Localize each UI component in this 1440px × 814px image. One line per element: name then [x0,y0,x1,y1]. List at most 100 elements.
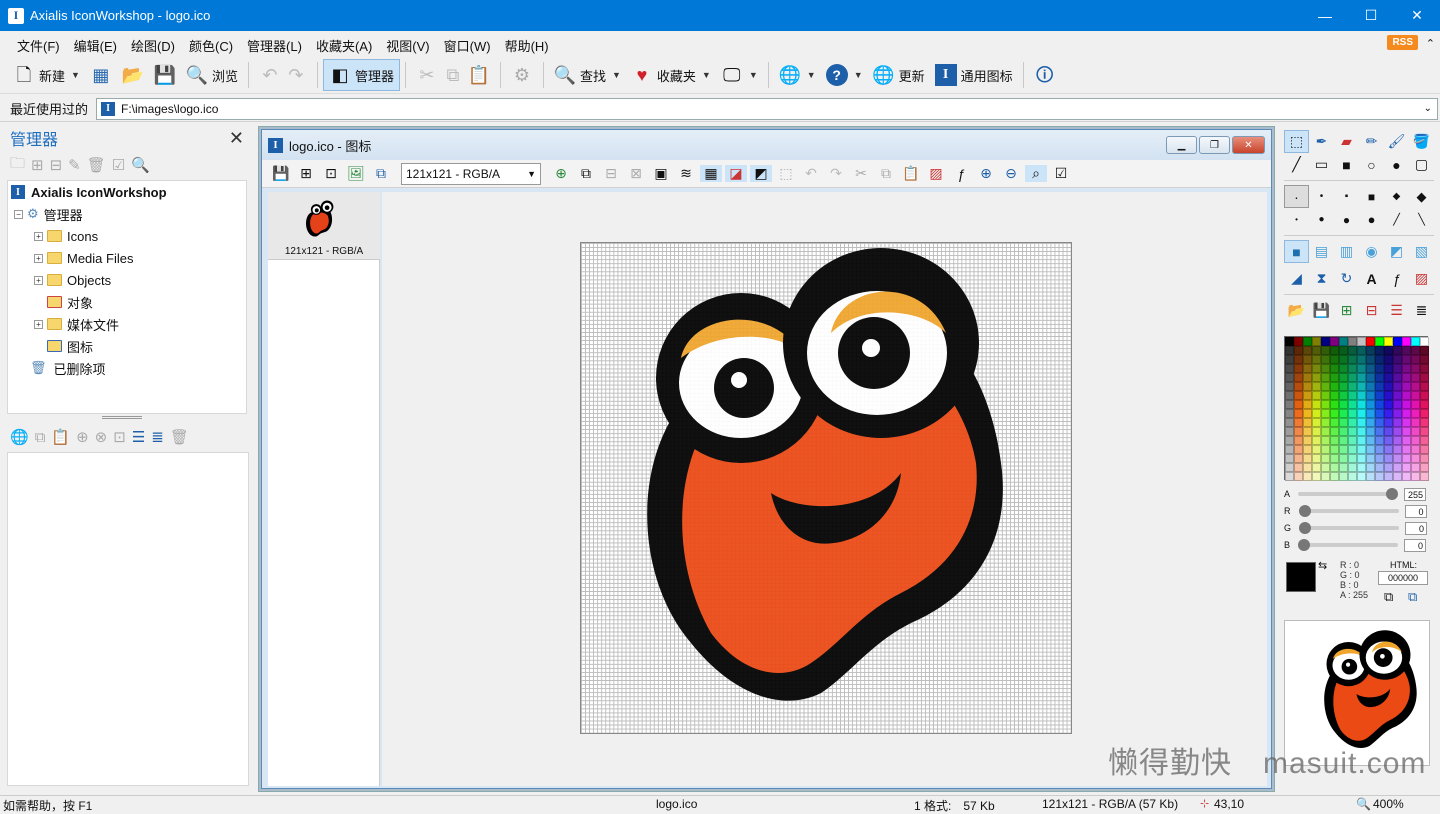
palette-swatch[interactable] [1294,382,1303,391]
add-folder-icon[interactable]: 🗀 [10,153,25,178]
tree-item-objects-cn[interactable]: 对象 [47,291,93,313]
palette-swatch[interactable] [1348,454,1357,463]
save-palette-icon[interactable]: 💾 [1309,299,1334,322]
palette-swatch[interactable] [1402,409,1411,418]
new-palette-icon[interactable]: ⊞ [1334,299,1359,322]
menu-favorites[interactable]: 收藏夹(A) [309,36,379,55]
palette-swatch[interactable] [1303,355,1312,364]
palette-swatch[interactable] [1357,373,1366,382]
palette-swatch[interactable] [1348,355,1357,364]
palette-swatch[interactable] [1366,364,1375,373]
tree-deleted[interactable]: 🗑 已删除项 [30,357,106,379]
tree-item-media-files[interactable]: + Media Files [34,247,133,269]
download-globe-icon[interactable]: 🌐 [10,428,29,446]
palette-swatch[interactable] [1339,364,1348,373]
palette-swatch[interactable] [1384,454,1393,463]
palette-swatch[interactable] [1348,400,1357,409]
pixel-grid-canvas[interactable] [580,242,1072,734]
palette-swatch[interactable] [1285,346,1294,355]
perspective-icon[interactable]: ◢ [1284,267,1309,290]
palette-swatch[interactable] [1330,409,1339,418]
update-button[interactable]: 🌐 更新 [868,59,930,91]
dropdown-arrow-icon[interactable]: ▼ [749,70,758,80]
palette-swatch[interactable] [1321,409,1330,418]
find-button[interactable]: 🔍 查找 ▼ [549,59,626,91]
rounded-rect-icon[interactable]: ▢ [1409,153,1434,176]
red-value[interactable]: 0 [1404,504,1427,518]
palette-swatch[interactable] [1411,364,1420,373]
brush-size-1-icon[interactable]: · [1284,185,1309,208]
menu-window[interactable]: 窗口(W) [437,36,498,55]
zoom-in-icon[interactable]: ⊕ [975,165,997,182]
copy-color-icon[interactable]: ⧉ [1384,589,1393,605]
tree-root[interactable]: I Axialis IconWorkshop [11,181,167,203]
palette-swatch[interactable] [1411,391,1420,400]
palette-swatch[interactable] [1420,418,1429,427]
blue-knob[interactable] [1298,539,1311,551]
palette-swatch[interactable] [1411,418,1420,427]
palette-swatch[interactable] [1375,364,1384,373]
palette-swatch[interactable] [1375,373,1384,382]
palette-swatch[interactable] [1285,364,1294,373]
brush-size-2-icon[interactable]: • [1309,185,1334,208]
palette-swatch[interactable] [1312,373,1321,382]
palette-swatch[interactable] [1303,391,1312,400]
palette-swatch[interactable] [1375,436,1384,445]
palette-swatch[interactable] [1393,364,1402,373]
palette-swatch[interactable] [1330,463,1339,472]
expand-icon[interactable]: + [34,275,43,285]
palette-swatch[interactable] [1294,418,1303,427]
palette-swatch[interactable] [1321,337,1330,346]
palette-swatch[interactable] [1384,418,1393,427]
palette-swatch[interactable] [1330,346,1339,355]
add-format-icon[interactable]: ⊕ [550,165,572,182]
palette-swatch[interactable] [1339,346,1348,355]
palette-swatch[interactable] [1402,472,1411,481]
chevron-down-icon[interactable]: ⌄ [1424,103,1437,114]
palette-swatch[interactable] [1339,436,1348,445]
palette-swatch[interactable] [1375,400,1384,409]
palette-swatch[interactable] [1321,373,1330,382]
palette-swatch[interactable] [1375,427,1384,436]
palette-swatch[interactable] [1339,409,1348,418]
color-effects-icon[interactable]: ▨ [1409,267,1434,290]
new-button[interactable]: 🗋 新建 ▼ [8,59,85,91]
palette-swatch[interactable] [1375,454,1384,463]
palette-swatch[interactable] [1321,427,1330,436]
palette-swatch[interactable] [1357,445,1366,454]
palette-swatch[interactable] [1330,472,1339,481]
red-knob[interactable] [1298,505,1311,517]
palette-swatch[interactable] [1357,337,1366,346]
palette-swatch[interactable] [1321,472,1330,481]
effects-icon[interactable]: ƒ [1384,267,1409,290]
palette-swatch[interactable] [1411,337,1420,346]
paste-icon[interactable]: 📋 [900,165,922,182]
zoom-out-icon[interactable]: ⊖ [1000,165,1022,182]
expand-icon[interactable]: + [34,319,43,329]
palette-swatch[interactable] [1420,445,1429,454]
minimize-button[interactable]: — [1302,0,1348,31]
menu-view[interactable]: 视图(V) [379,36,436,55]
palette-swatch[interactable] [1411,355,1420,364]
palette-swatch[interactable] [1285,472,1294,481]
info-button[interactable]: 🛈 [1029,59,1061,91]
palette-swatch[interactable] [1330,436,1339,445]
palette-swatch[interactable] [1411,445,1420,454]
dropdown-arrow-icon[interactable]: ▼ [807,70,816,80]
alpha-value[interactable]: 255 [1404,487,1427,501]
palette-swatch[interactable] [1348,463,1357,472]
dropdown-arrow-icon[interactable]: ▼ [702,70,711,80]
settings-button[interactable]: ⚙ [506,59,538,91]
palette-swatch[interactable] [1357,454,1366,463]
palette-swatch[interactable] [1339,472,1348,481]
menu-edit[interactable]: 编辑(E) [67,36,124,55]
palette-swatch[interactable] [1420,400,1429,409]
palette-swatch[interactable] [1330,427,1339,436]
palette-swatch[interactable] [1285,436,1294,445]
palette-swatch[interactable] [1285,418,1294,427]
palette-swatch[interactable] [1384,436,1393,445]
palette-swatch[interactable] [1294,355,1303,364]
palette-swatch[interactable] [1330,382,1339,391]
palette-swatch[interactable] [1366,436,1375,445]
check-icon[interactable]: ☑ [1050,165,1072,182]
